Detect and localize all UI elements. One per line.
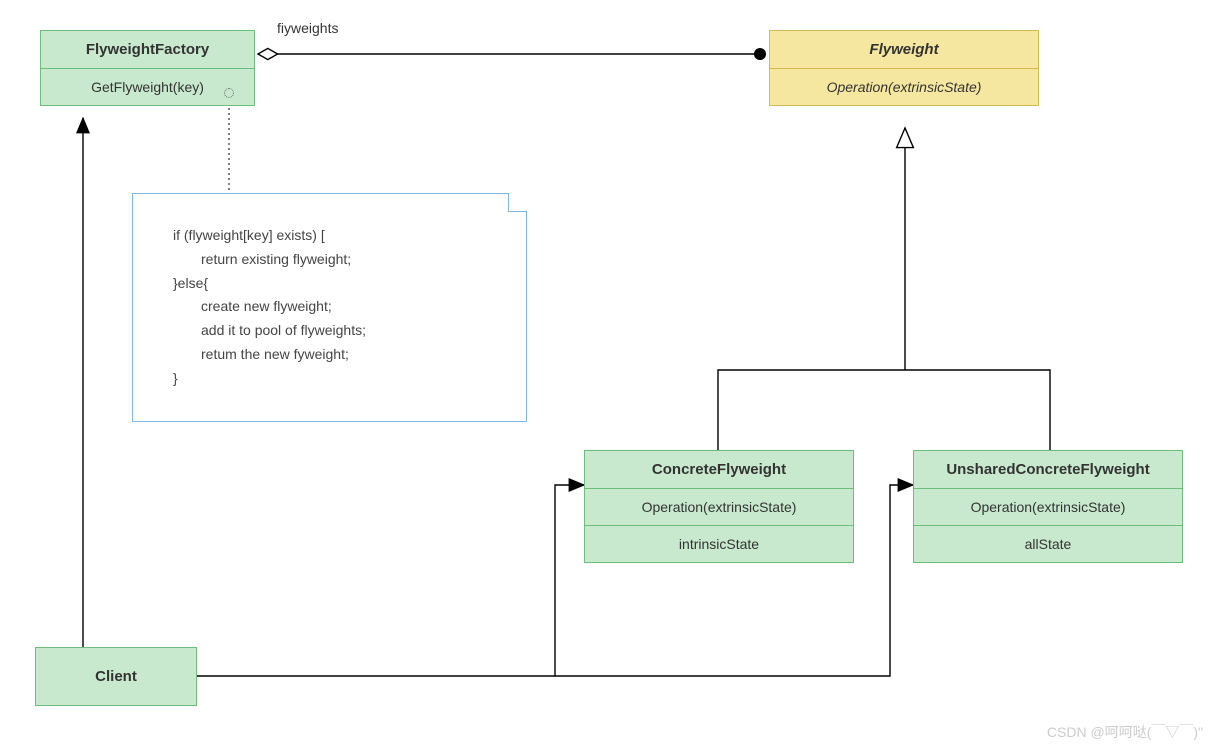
concrete-flyweight-state: intrinsicState [585, 526, 853, 562]
note-line: } [173, 367, 486, 391]
note-line: }else{ [173, 272, 486, 296]
flyweight-title: Flyweight [770, 31, 1038, 69]
note-line: add it to pool of flyweights; [173, 319, 486, 343]
flyweight-factory-class: FlyweightFactory GetFlyweight(key) [40, 30, 255, 106]
client-class: Client [35, 647, 197, 706]
unshared-method: Operation(extrinsicState) [914, 489, 1182, 526]
note-line: return existing flyweight; [173, 248, 486, 272]
note-line: if (flyweight[key] exists) [ [173, 224, 486, 248]
watermark: CSDN @呵呵哒(￣▽￣)" [1047, 722, 1203, 742]
flyweight-factory-title: FlyweightFactory [41, 31, 254, 69]
unshared-state: allState [914, 526, 1182, 562]
flyweight-factory-method: GetFlyweight(key) [41, 69, 254, 105]
client-title: Client [95, 668, 137, 685]
note-line: create new flyweight; [173, 295, 486, 319]
note-anchor-icon [224, 88, 234, 98]
note-fold-icon [508, 194, 526, 212]
flyweight-method: Operation(extrinsicState) [770, 69, 1038, 105]
concrete-flyweight-method: Operation(extrinsicState) [585, 489, 853, 526]
concrete-flyweight-title: ConcreteFlyweight [585, 451, 853, 489]
flyweight-class: Flyweight Operation(extrinsicState) [769, 30, 1039, 106]
unshared-title: UnsharedConcreteFlyweight [914, 451, 1182, 489]
note-line: retum the new fyweight; [173, 343, 486, 367]
concrete-flyweight-class: ConcreteFlyweight Operation(extrinsicSta… [584, 450, 854, 563]
unshared-concrete-flyweight-class: UnsharedConcreteFlyweight Operation(extr… [913, 450, 1183, 563]
pseudocode-note: if (flyweight[key] exists) [ return exis… [132, 193, 527, 422]
association-label: fiyweights [277, 20, 338, 36]
